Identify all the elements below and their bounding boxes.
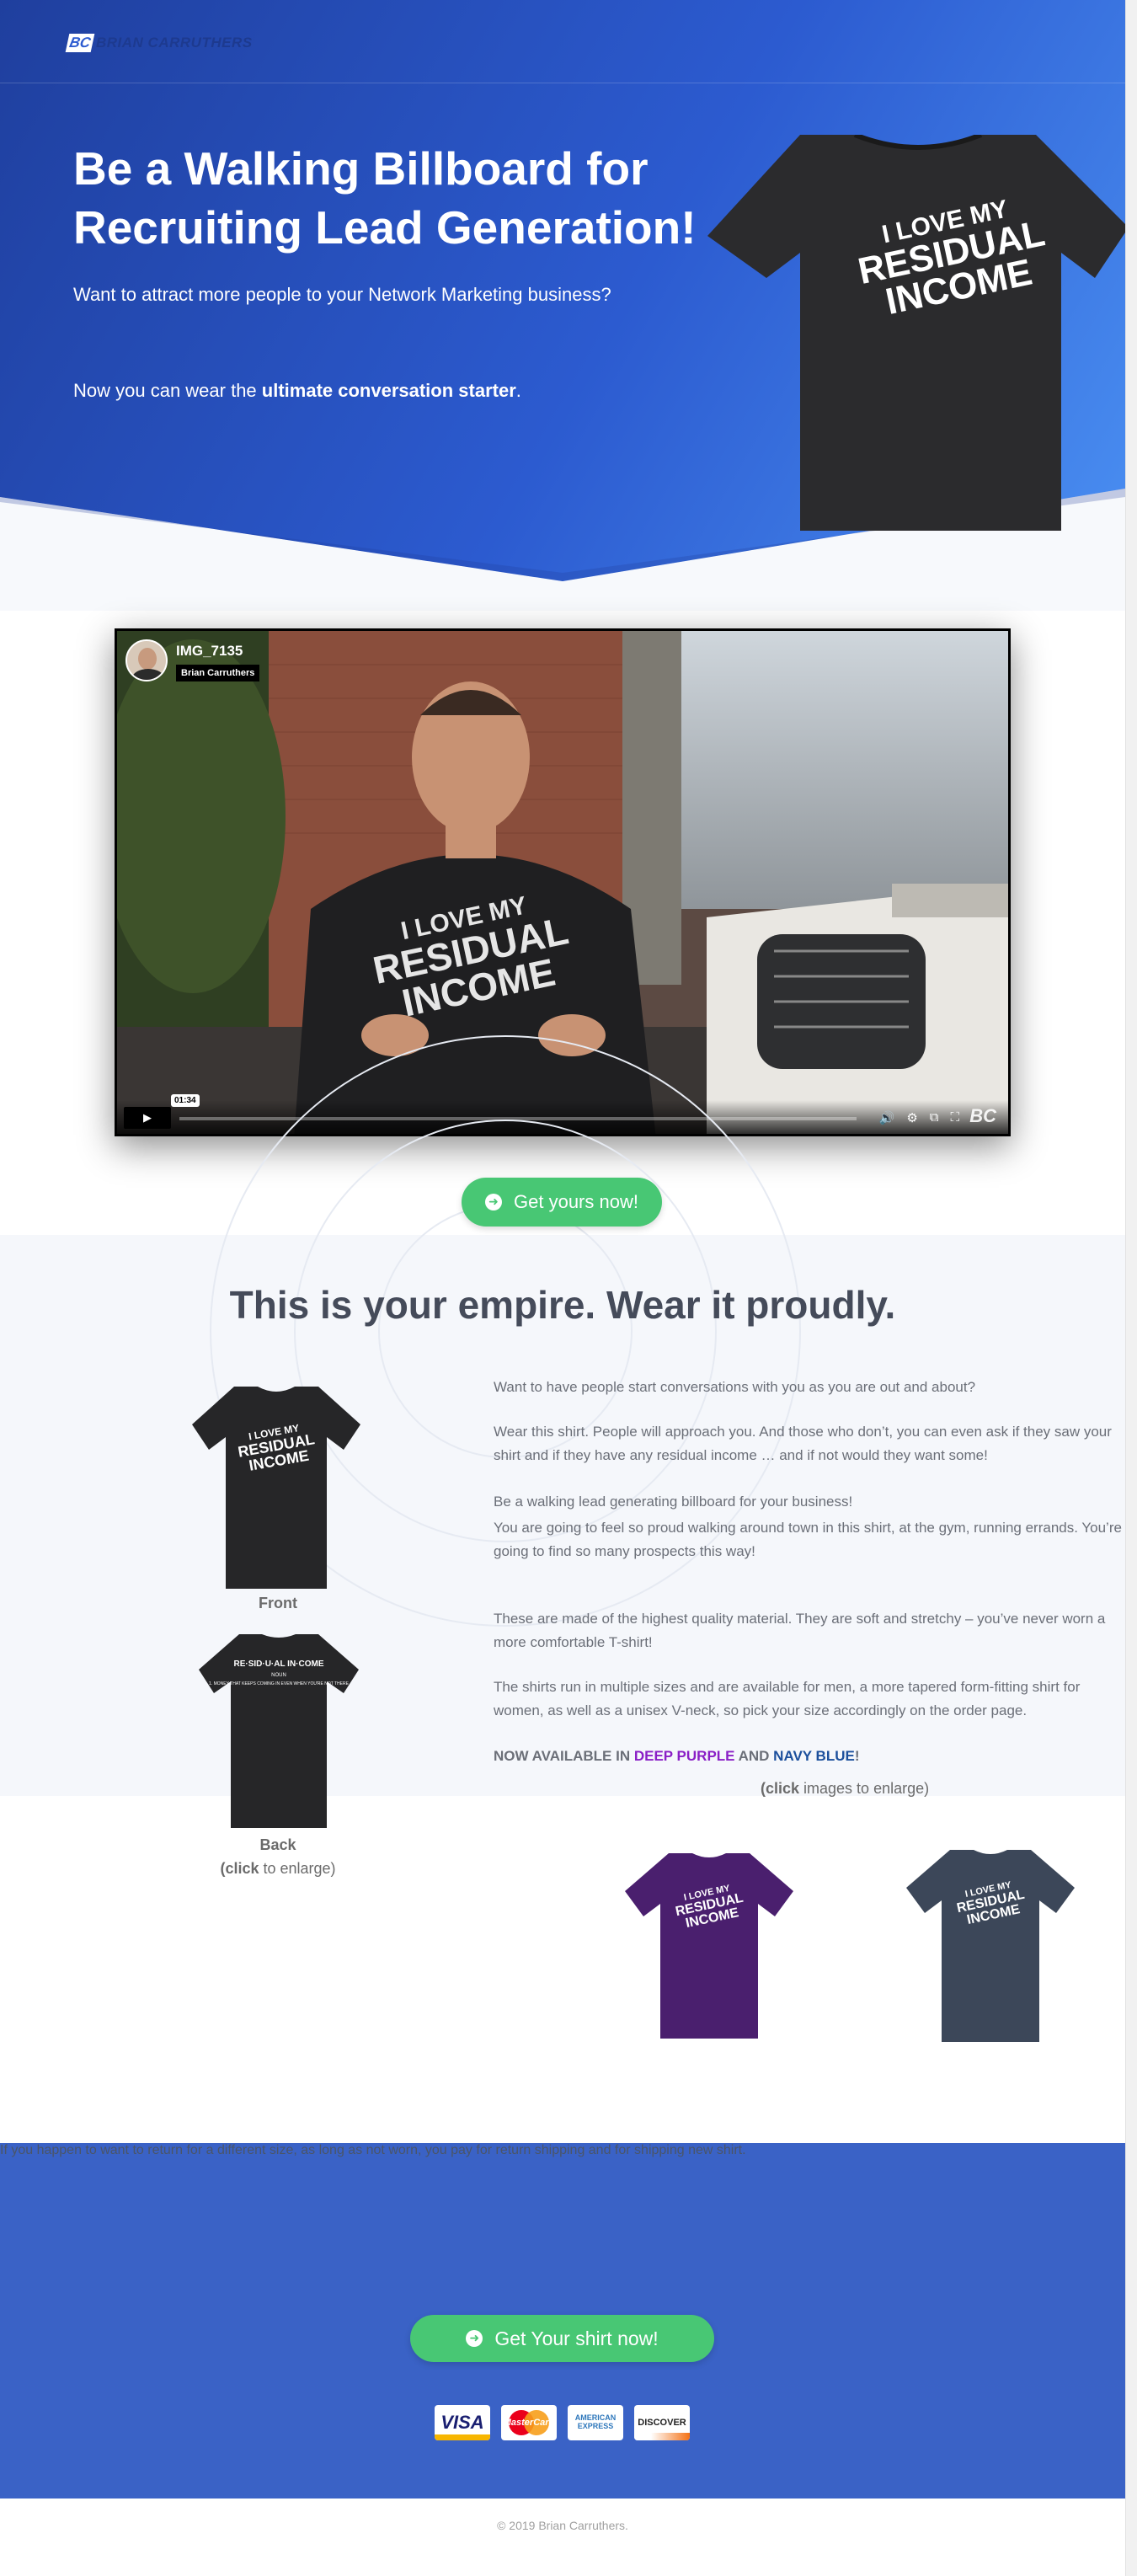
fullscreen-icon[interactable]: ⛶ — [950, 1110, 959, 1125]
back-label: Back — [259, 1836, 296, 1853]
hero-title: Be a Walking Billboard for Recruiting Le… — [73, 142, 697, 254]
hero-tagline: Now you can wear the ultimate conversati… — [73, 380, 521, 401]
availability-note: NOW AVAILABLE IN DEEP PURPLE AND NAVY BL… — [494, 1748, 860, 1764]
shirt-back-image[interactable]: RE·SID·U·AL IN·COME NOUN 1. MONEY THAT K… — [199, 1634, 359, 1828]
payment-methods: VISA MasterCard AMERICAN EXPRESS DISCOVE… — [435, 2405, 690, 2440]
click-to-enlarge: (click to enlarge) — [220, 1860, 336, 1877]
video-author[interactable]: Brian Carruthers — [176, 665, 260, 681]
page: BC BRIAN CARRUTHERS Be a Walking Billboa… — [0, 0, 1137, 2576]
navy-blue-text: NAVY BLUE — [773, 1748, 855, 1764]
discover-icon: DISCOVER — [634, 2405, 690, 2440]
arrow-circle-icon-2: ➜ — [466, 2330, 483, 2347]
video-control-icons: 🔊 ⚙ ⧉ ⛶ — [879, 1110, 959, 1125]
svg-text:NOUN: NOUN — [271, 1673, 286, 1678]
empire-paragraph-1: Want to have people start conversations … — [494, 1379, 976, 1395]
picture-in-picture-icon[interactable]: ⧉ — [930, 1110, 939, 1125]
hero-tagline-bold: ultimate conversation starter — [261, 380, 516, 401]
empire-paragraph-6: The shirts run in multiple sizes and are… — [494, 1679, 1081, 1719]
brand-logo[interactable]: BC BRIAN CARRUTHERS — [65, 34, 253, 52]
get-your-shirt-button[interactable]: ➜ Get Your shirt now! — [410, 2315, 714, 2362]
hero-section: BC BRIAN CARRUTHERS Be a Walking Billboa… — [0, 0, 1125, 581]
svg-text:RE·SID·U·AL IN·COME: RE·SID·U·AL IN·COME — [233, 1659, 323, 1669]
deep-purple-text: DEEP PURPLE — [633, 1748, 735, 1764]
svg-text:1. MONEY THAT KEEPS COMING IN: 1. MONEY THAT KEEPS COMING IN EVEN WHEN … — [209, 1681, 350, 1686]
hero-subtitle: Want to attract more people to your Netw… — [73, 284, 611, 305]
hero-bottom-band — [0, 581, 1125, 611]
brand-name: BRIAN CARRUTHERS — [96, 35, 253, 51]
get-your-shirt-label: Get Your shirt now! — [494, 2327, 659, 2349]
return-policy-note: If you happen to want to return for a di… — [0, 2143, 746, 2157]
empire-paragraph-4: You are going to feel so proud walking a… — [494, 1520, 1122, 1560]
page-scrollbar[interactable] — [1125, 0, 1137, 2576]
visa-icon: VISA — [435, 2405, 490, 2440]
empire-paragraph-2: Wear this shirt. People will approach yo… — [494, 1424, 1112, 1464]
front-label: Front — [259, 1595, 297, 1611]
mastercard-icon: MasterCard — [501, 2405, 557, 2440]
empire-paragraph-3: Be a walking lead generating billboard f… — [494, 1494, 853, 1510]
empire-paragraph-5: These are made of the highest quality ma… — [494, 1611, 1106, 1651]
play-icon: ▶ — [143, 1111, 152, 1124]
click-images-note: (click images to enlarge) — [761, 1780, 930, 1797]
hero-shirt-image: I LOVE MY RESIDUAL INCOME — [707, 135, 1125, 531]
play-button[interactable]: ▶ — [124, 1107, 171, 1129]
author-avatar[interactable] — [125, 639, 168, 681]
footer-copyright: © 2019 Brian Carruthers. — [497, 2519, 628, 2532]
get-yours-label: Get yours now! — [514, 1191, 638, 1212]
settings-icon[interactable]: ⚙ — [906, 1110, 917, 1125]
video-logo: BC — [969, 1105, 996, 1126]
amex-icon: AMERICAN EXPRESS — [568, 2405, 623, 2440]
shirt-front-image[interactable]: I LOVE MY RESIDUAL INCOME — [192, 1387, 360, 1589]
arrow-circle-icon: ➜ — [485, 1194, 503, 1211]
volume-icon[interactable]: 🔊 — [879, 1110, 895, 1125]
video-header: IMG_7135 Brian Carruthers — [125, 639, 260, 681]
brand-mark: BC — [65, 34, 95, 52]
empire-heading: This is your empire. Wear it proudly. — [229, 1283, 896, 1327]
get-yours-button[interactable]: ➜ Get yours now! — [462, 1178, 662, 1227]
shirt-purple-image[interactable]: I LOVE MY RESIDUAL INCOME — [625, 1853, 793, 2039]
shirt-navy-image[interactable]: I LOVE MY RESIDUAL INCOME — [906, 1850, 1075, 2042]
video-title[interactable]: IMG_7135 — [176, 643, 259, 660]
